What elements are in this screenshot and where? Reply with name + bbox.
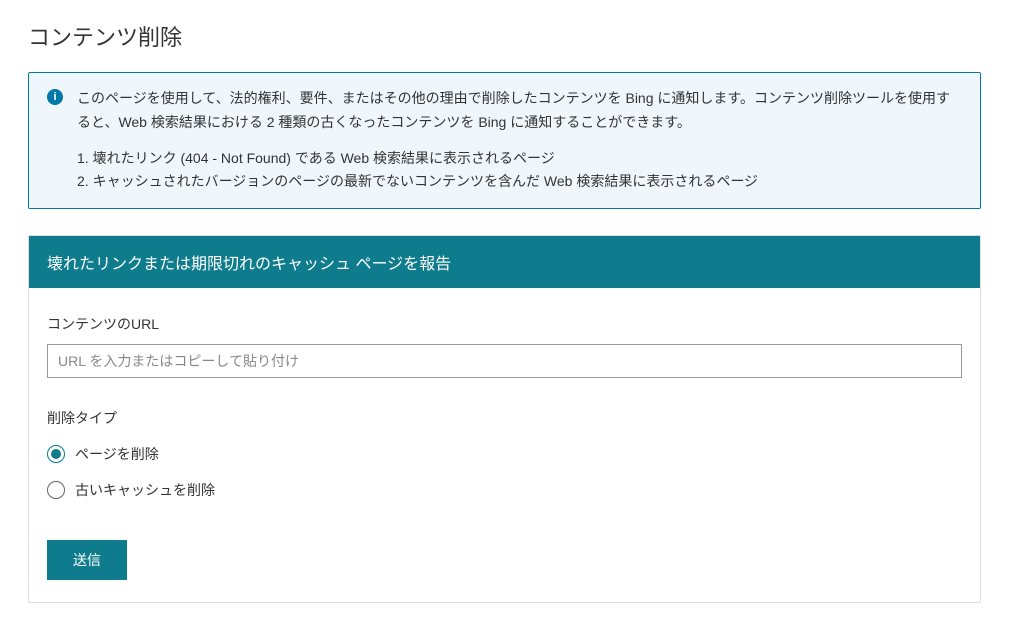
page-title: コンテンツ削除 — [28, 20, 981, 52]
removal-type-group: 削除タイプ ページを削除 古いキャッシュを削除 — [47, 408, 962, 500]
content-url-input[interactable] — [47, 344, 962, 378]
info-icon: i — [47, 89, 63, 105]
info-intro-text: このページを使用して、法的権利、要件、またはその他の理由で削除したコンテンツを … — [77, 87, 962, 135]
info-panel: i このページを使用して、法的権利、要件、またはその他の理由で削除したコンテンツ… — [28, 72, 981, 209]
radio-option-remove-page[interactable]: ページを削除 — [47, 444, 962, 464]
report-form-card: 壊れたリンクまたは期限切れのキャッシュ ページを報告 コンテンツのURL 削除タ… — [28, 235, 981, 603]
form-body: コンテンツのURL 削除タイプ ページを削除 古いキャッシュを削除 送信 — [29, 288, 980, 602]
info-body: このページを使用して、法的権利、要件、またはその他の理由で削除したコンテンツを … — [77, 87, 962, 194]
radio-icon — [47, 481, 65, 499]
content-url-label: コンテンツのURL — [47, 314, 962, 334]
submit-row: 送信 — [47, 540, 962, 580]
removal-type-label: 削除タイプ — [47, 408, 962, 428]
form-header: 壊れたリンクまたは期限切れのキャッシュ ページを報告 — [29, 236, 980, 288]
radio-label-remove-cache: 古いキャッシュを削除 — [75, 480, 215, 500]
radio-icon — [47, 445, 65, 463]
info-list-item-2: 2. キャッシュされたバージョンのページの最新でないコンテンツを含んだ Web … — [77, 170, 962, 194]
info-list-item-1: 1. 壊れたリンク (404 - Not Found) である Web 検索結果… — [77, 147, 962, 171]
radio-option-remove-cache[interactable]: 古いキャッシュを削除 — [47, 480, 962, 500]
submit-button[interactable]: 送信 — [47, 540, 127, 580]
radio-label-remove-page: ページを削除 — [75, 444, 159, 464]
